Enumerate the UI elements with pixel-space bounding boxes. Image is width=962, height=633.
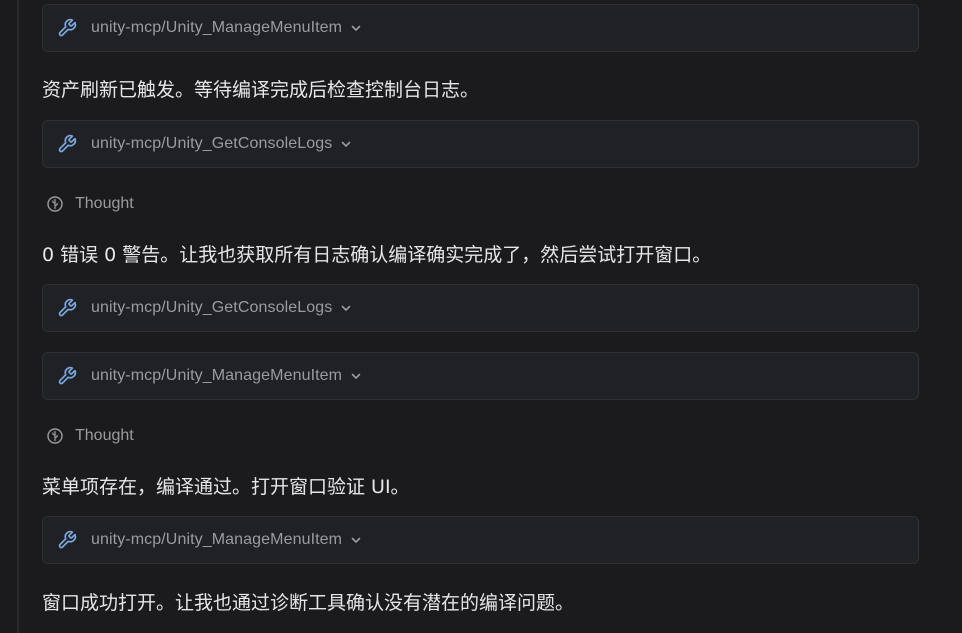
chat-transcript: unity-mcp/Unity_ManageMenuItem 资产刷新已触发。等… bbox=[0, 0, 962, 633]
tool-call-label: unity-mcp/Unity_ManageMenuItem bbox=[91, 19, 343, 36]
tool-call-card[interactable]: unity-mcp/Unity_ManageMenuItem bbox=[42, 4, 919, 52]
chevron-down-icon[interactable] bbox=[350, 370, 362, 382]
chevron-down-icon[interactable] bbox=[340, 302, 352, 314]
assistant-message: 资产刷新已触发。等待编译完成后检查控制台日志。 bbox=[42, 79, 480, 101]
chevron-down-icon[interactable] bbox=[350, 534, 362, 546]
thread-rule bbox=[17, 0, 19, 633]
thought-toggle[interactable]: Thought bbox=[46, 424, 134, 448]
tool-call-card[interactable]: unity-mcp/Unity_ManageMenuItem bbox=[42, 352, 919, 400]
chevron-down-icon[interactable] bbox=[350, 22, 362, 34]
tool-call-label: unity-mcp/Unity_ManageMenuItem bbox=[91, 531, 343, 548]
wrench-icon bbox=[57, 134, 77, 154]
chevron-down-icon[interactable] bbox=[340, 138, 352, 150]
wrench-icon bbox=[57, 530, 77, 550]
thought-icon bbox=[46, 195, 64, 213]
thought-label: Thought bbox=[75, 195, 134, 212]
thought-icon bbox=[46, 427, 64, 445]
tool-call-card[interactable]: unity-mcp/Unity_GetConsoleLogs bbox=[42, 284, 919, 332]
thought-toggle[interactable]: Thought bbox=[46, 192, 134, 216]
tool-call-card[interactable]: unity-mcp/Unity_GetConsoleLogs bbox=[42, 120, 919, 168]
tool-call-label: unity-mcp/Unity_ManageMenuItem bbox=[91, 367, 343, 384]
assistant-message: 0 错误 0 警告。让我也获取所有日志确认编译确实完成了，然后尝试打开窗口。 bbox=[42, 244, 712, 266]
wrench-icon bbox=[57, 18, 77, 38]
tool-call-label: unity-mcp/Unity_GetConsoleLogs bbox=[91, 135, 333, 152]
wrench-icon bbox=[57, 366, 77, 386]
wrench-icon bbox=[57, 298, 77, 318]
thought-label: Thought bbox=[75, 427, 134, 444]
tool-call-label: unity-mcp/Unity_GetConsoleLogs bbox=[91, 299, 333, 316]
tool-call-card[interactable]: unity-mcp/Unity_ManageMenuItem bbox=[42, 516, 919, 564]
assistant-message: 菜单项存在，编译通过。打开窗口验证 UI。 bbox=[42, 476, 410, 498]
assistant-message: 窗口成功打开。让我也通过诊断工具确认没有潜在的编译问题。 bbox=[42, 592, 575, 614]
